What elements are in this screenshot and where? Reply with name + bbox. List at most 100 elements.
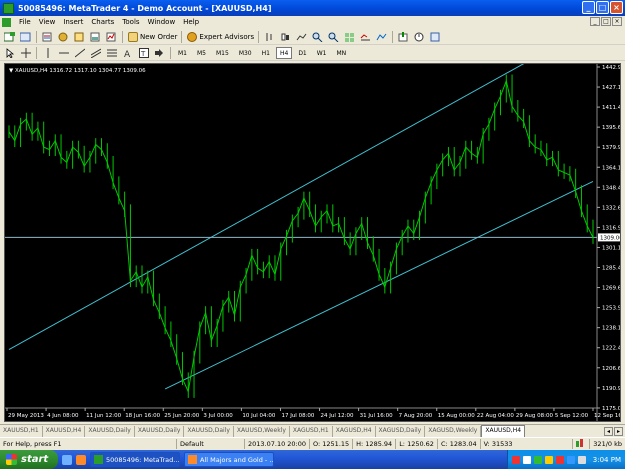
time-tick-label: 29 Aug 08:00 [516,413,554,419]
market-watch-icon[interactable] [41,31,54,43]
chart-shift-icon[interactable] [359,31,372,43]
line-chart-icon[interactable] [295,31,308,43]
menu-charts[interactable]: Charts [91,18,114,26]
periods-icon[interactable] [413,31,426,43]
trendline-icon[interactable] [73,47,86,59]
equidistant-channel-icon[interactable] [89,47,102,59]
price-tick-label: 1190.90 [602,386,620,392]
timeframe-m15[interactable]: M15 [212,47,233,59]
terminal-icon[interactable] [89,31,102,43]
maximize-button[interactable]: □ [596,1,609,14]
timeframe-h1[interactable]: H1 [258,47,274,59]
time-tick-label: 18 Jun 16:00 [125,413,160,419]
price-tick-label: 1411.40 [602,105,620,111]
timeframe-mn[interactable]: MN [333,47,351,59]
chart-tab[interactable]: XAUUSD,H1 [0,426,43,437]
menu-view[interactable]: View [39,18,56,26]
indicators-icon[interactable] [397,31,410,43]
chart-tabs: XAUUSD,H1 XAUUSD,H4 XAUUSD,Daily XAUUSD,… [0,424,625,437]
menu-help[interactable]: Help [183,18,199,26]
tray-icon[interactable] [544,455,553,464]
timeframe-d1[interactable]: D1 [294,47,310,59]
label-icon[interactable]: T [137,47,150,59]
minimize-button[interactable]: _ [582,1,595,14]
profiles-icon[interactable] [19,31,32,43]
taskbar-item-label: All Majors and Gold - ... [200,455,274,464]
chart-tab[interactable]: XAUUSD,H4 [43,426,86,437]
price-tick-label: 1269.65 [602,286,620,292]
chart-tab[interactable]: XAUUSD,Weekly [234,426,290,437]
timeframe-h4[interactable]: H4 [275,46,293,59]
chart-tab[interactable]: XAGUSD,H4 [333,426,376,437]
candlestick-icon[interactable] [279,31,292,43]
chart-tab[interactable]: XAGUSD,H1 [290,426,333,437]
tray-icon[interactable] [555,455,564,464]
title-bar[interactable]: 50085496: MetaTrader 4 - Demo Account - … [0,0,625,16]
price-chart[interactable]: 1442.90 1427.15 1411.40 1395.65 1379.90 1364.… [4,63,621,422]
tab-scroll-right-icon[interactable]: ▸ [614,427,623,436]
timeframe-m5[interactable]: M5 [193,47,210,59]
menu-insert[interactable]: Insert [63,18,83,26]
chart-tab[interactable]: XAGUSD,Daily [376,426,426,437]
crosshair-icon[interactable] [19,47,32,59]
tile-windows-icon[interactable] [343,31,356,43]
bar-chart-icon[interactable] [263,31,276,43]
chart-tab[interactable]: XAUUSD,Daily [184,426,234,437]
timeframe-m30[interactable]: M30 [235,47,256,59]
menu-window[interactable]: Window [148,18,176,26]
menu-file[interactable]: File [19,18,31,26]
taskbar-item-metatrader[interactable]: 50085496: MetaTrad... [90,452,180,467]
zoom-in-icon[interactable] [311,31,324,43]
chart-canvas[interactable]: 1442.90 1427.15 1411.40 1395.65 1379.90 1364.… [5,64,620,421]
browser-icon[interactable] [76,454,86,465]
toolbar-separator [170,46,171,59]
expert-advisors-button[interactable]: Expert Advisors [187,30,254,43]
auto-scroll-icon[interactable] [375,31,388,43]
start-button[interactable]: start [0,450,58,469]
show-desktop-icon[interactable] [62,454,72,465]
timeframe-m1[interactable]: M1 [174,47,191,59]
taskbar-item-browser[interactable]: All Majors and Gold - ... [184,452,274,467]
timeframe-w1[interactable]: W1 [313,47,331,59]
templates-icon[interactable] [429,31,442,43]
price-tick-label: 1175.05 [602,406,620,412]
toolbar-separator [392,30,394,43]
network-icon[interactable] [566,455,575,464]
vertical-line-icon[interactable] [41,47,54,59]
horizontal-line-icon[interactable] [57,47,70,59]
new-order-button[interactable]: New Order [128,30,177,43]
price-tick-label: 1222.40 [602,346,620,352]
tray-icon[interactable] [533,455,542,464]
tab-scroll-left-icon[interactable]: ◂ [604,427,613,436]
chart-tab[interactable]: XAGUSD,Weekly [425,426,482,437]
navigator-icon[interactable] [73,31,86,43]
mdi-minimize-button[interactable]: _ [590,17,600,26]
chart-tab-active[interactable]: XAUUSD,H4 [481,425,526,437]
chart-tab[interactable]: XAUUSD,Daily [135,426,185,437]
channel-trendline [164,181,594,390]
strategy-tester-icon[interactable] [105,31,118,43]
new-chart-icon[interactable] [3,31,16,43]
menu-tools[interactable]: Tools [122,18,139,26]
tray-icon[interactable] [522,455,531,464]
mdi-restore-button[interactable]: □ [601,17,611,26]
browser-window-icon [188,455,197,464]
mdi-close-button[interactable]: × [612,17,622,26]
close-button[interactable]: × [610,1,623,14]
text-icon[interactable]: A [121,47,134,59]
fibonacci-icon[interactable] [105,47,118,59]
time-tick-label: 12 Sep 16:00 [594,413,620,419]
volume-icon[interactable] [577,455,586,464]
system-tray: 3:04 PM [506,450,625,469]
toolbar-separator [36,46,37,59]
status-open: O: 1251.15 [309,438,352,449]
data-window-icon[interactable] [57,31,70,43]
arrows-icon[interactable] [153,47,166,59]
metatrader-icon [94,455,103,464]
chart-window-icon[interactable] [2,17,11,27]
cursor-icon[interactable] [3,47,16,59]
chart-tab[interactable]: XAUUSD,Daily [85,426,135,437]
zoom-out-icon[interactable] [327,31,340,43]
time-tick-label: 22 Aug 04:00 [477,413,515,419]
tray-icon[interactable] [511,455,520,464]
